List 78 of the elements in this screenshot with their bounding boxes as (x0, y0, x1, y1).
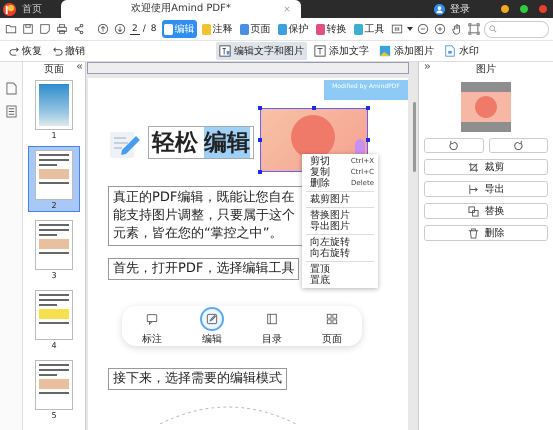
redo-icon (9, 46, 20, 56)
instruction-text[interactable]: 接下来，选择需要的编辑模式 (108, 368, 287, 390)
app-logo-icon[interactable] (2, 2, 17, 16)
edit-tool-button[interactable]: 编辑文字和图片 (216, 42, 307, 60)
close-tab-icon[interactable] (284, 6, 290, 12)
search-field[interactable] (484, 20, 549, 38)
pages-icon[interactable] (6, 82, 16, 95)
text-image-icon (219, 45, 231, 57)
image-preview (461, 82, 511, 132)
layout-icon[interactable] (390, 23, 403, 35)
document-tab[interactable]: 欢迎使用Amind PDF* (61, 0, 301, 18)
user-avatar-icon (434, 4, 445, 14)
redo-button[interactable]: 恢复 (6, 44, 45, 58)
close-button[interactable] (539, 5, 547, 13)
save-as-icon[interactable] (39, 23, 51, 35)
collapse-icon[interactable] (76, 64, 83, 69)
zoom-out-icon[interactable] (416, 23, 429, 35)
mode-tab[interactable]: 页面 (238, 20, 273, 38)
hand-icon[interactable] (450, 23, 463, 35)
outline-icon (266, 312, 278, 324)
document-icon (444, 45, 456, 57)
print-icon[interactable] (56, 23, 68, 35)
share-icon[interactable] (73, 23, 85, 35)
undo-icon (52, 46, 63, 56)
edit-tool-button[interactable]: 添加图片 (376, 42, 437, 60)
page-separator: / (142, 24, 146, 34)
minimize-button[interactable] (501, 5, 509, 13)
home-tab[interactable]: 首页 (22, 2, 42, 16)
instruction-text[interactable]: 首先，打开PDF，选择编辑工具 (108, 258, 300, 280)
zoom-in-icon[interactable] (434, 23, 446, 35)
feature-item[interactable]: 页面 (320, 306, 344, 346)
edit-icon (206, 312, 218, 324)
next-page-icon[interactable] (114, 23, 126, 35)
heading-text[interactable]: 轻松 编辑 (148, 126, 254, 159)
image-action-button[interactable]: 裁剪 (424, 159, 548, 175)
outline-icon[interactable] (6, 105, 16, 118)
page-total: 8 (150, 24, 157, 34)
feature-item[interactable]: 目录 (260, 306, 284, 346)
image-action-button[interactable]: 导出 (424, 181, 548, 197)
scrollbar[interactable] (413, 102, 416, 172)
rotate-left-icon (448, 140, 460, 151)
menu-item[interactable]: 置底 (302, 275, 378, 286)
maximize-button[interactable] (520, 5, 528, 13)
panel-title: 页面 (44, 63, 64, 76)
panel-title: 图片 (476, 62, 496, 76)
login-link[interactable]: 登录 (450, 2, 470, 16)
save-icon[interactable] (22, 23, 34, 35)
text-icon (314, 45, 326, 57)
replace-icon (468, 206, 478, 216)
image-action-button[interactable]: 替换 (424, 203, 548, 219)
image-icon (379, 45, 391, 57)
comment-icon (146, 312, 158, 324)
mode-tab[interactable]: 转换 (314, 20, 349, 38)
crop-icon (468, 162, 478, 172)
fit-page-icon[interactable] (468, 23, 480, 35)
export-icon (468, 184, 478, 194)
folder-icon[interactable] (5, 23, 17, 35)
rotate-right-icon (512, 140, 524, 151)
mode-tab[interactable]: 保护 (276, 20, 311, 38)
edit-tool-button[interactable]: 水印 (441, 42, 482, 60)
rotate-right-button[interactable] (488, 138, 548, 153)
menu-item[interactable]: 向右旋转 (302, 248, 378, 259)
trash-icon (468, 228, 478, 238)
menu-item[interactable]: 置顶 (302, 264, 378, 275)
rotate-left-button[interactable] (424, 138, 484, 153)
previous-page-icon[interactable] (97, 23, 109, 35)
undo-button[interactable]: 撤销 (49, 44, 88, 58)
page-number-field[interactable]: 2 (130, 24, 140, 34)
expand-icon[interactable] (424, 64, 431, 69)
grid-icon (326, 312, 338, 324)
page-thumbnail[interactable]: 2 (28, 146, 80, 212)
mode-tab[interactable]: 注释 (200, 20, 235, 38)
image-action-button[interactable]: 删除 (424, 225, 548, 241)
mode-tab[interactable]: 工具 (352, 20, 387, 38)
feature-item[interactable]: 标注 (140, 306, 164, 346)
caret-icon[interactable] (406, 27, 413, 31)
edit-tool-button[interactable]: 添加文字 (311, 42, 372, 60)
search-icon (488, 25, 497, 33)
